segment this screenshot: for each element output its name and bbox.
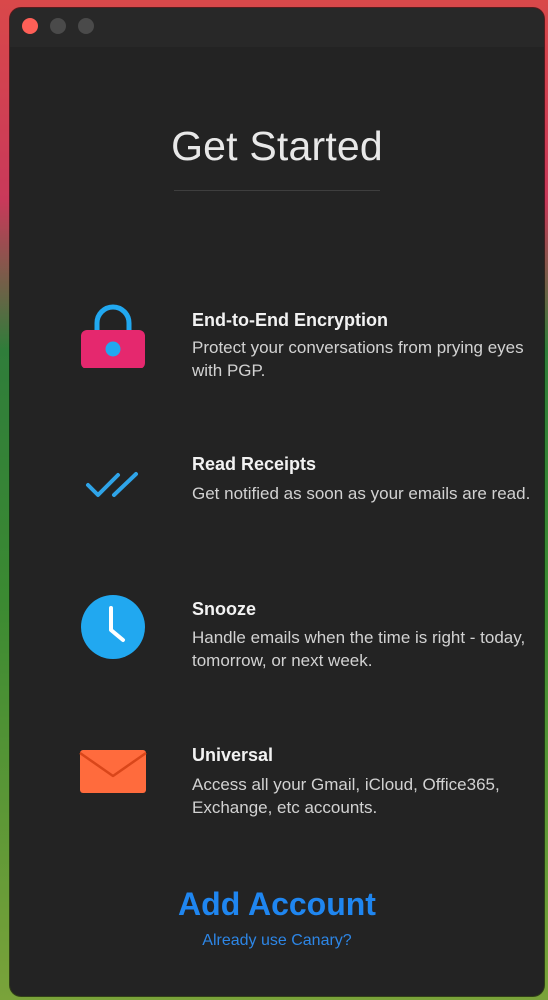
feature-snooze: Snooze Handle emails when the time is ri…: [10, 586, 544, 696]
feature-encryption: End-to-End Encryption Protect your conve…: [10, 296, 544, 406]
feature-title: Read Receipts: [192, 454, 317, 474]
close-window-button[interactable]: [22, 18, 38, 34]
feature-description: Get notified as soon as your emails are …: [192, 484, 531, 503]
feature-description: Handle emails when the time is right - t…: [192, 628, 526, 670]
title-divider: [174, 190, 380, 191]
zoom-window-button[interactable]: [78, 18, 94, 34]
envelope-icon: [78, 741, 148, 811]
lock-icon: [78, 298, 148, 369]
feature-title: End-to-End Encryption: [192, 310, 388, 330]
feature-universal: Universal Access all your Gmail, iCloud,…: [10, 733, 544, 843]
clock-icon: [78, 592, 148, 662]
feature-title: Snooze: [192, 599, 257, 619]
already-use-canary-link[interactable]: Already use Canary?: [10, 932, 544, 950]
feature-description: Access all your Gmail, iCloud, Office365…: [192, 775, 500, 817]
minimize-window-button[interactable]: [50, 18, 66, 34]
double-check-icon: [78, 450, 148, 520]
feature-title: Universal: [192, 745, 274, 765]
feature-read-receipts: Read Receipts Get notified as soon as yo…: [10, 442, 544, 552]
app-window: Get Started End-to-End Encryption Protec…: [10, 8, 544, 996]
page-title: Get Started: [171, 123, 383, 169]
title-bar: [10, 8, 544, 47]
feature-description: Protect your conversations from prying e…: [192, 338, 524, 380]
add-account-button[interactable]: Add Account: [10, 886, 544, 923]
